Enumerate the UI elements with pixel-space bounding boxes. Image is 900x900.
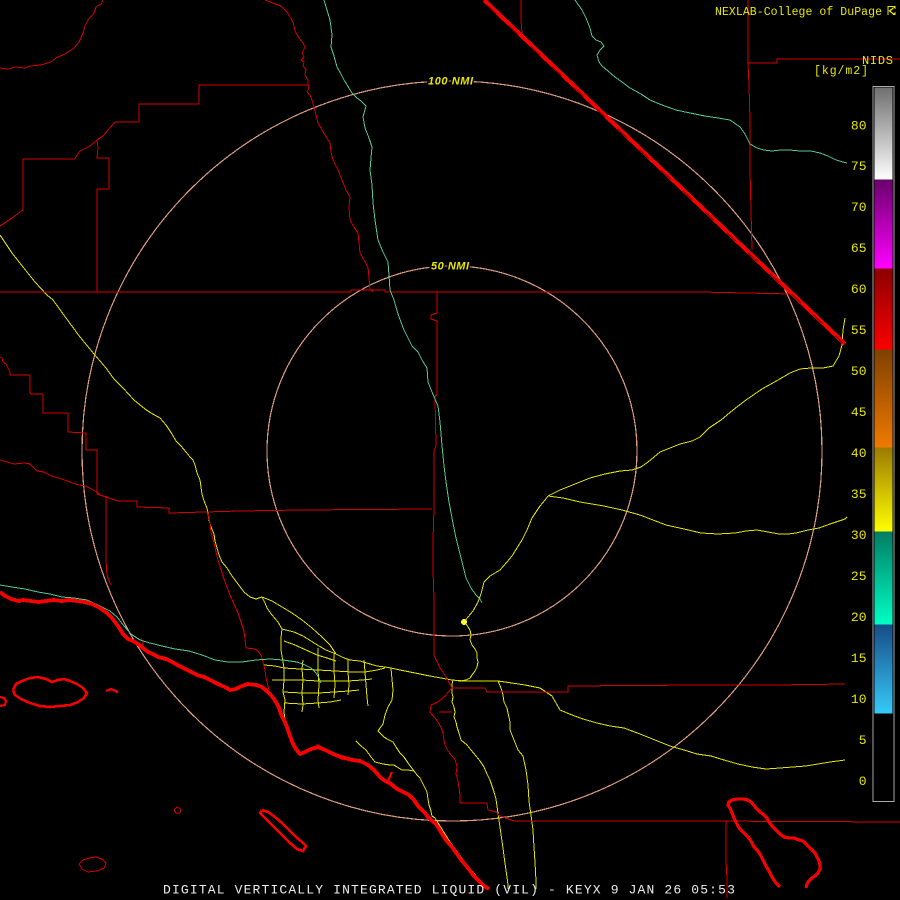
svg-text:80: 80: [851, 118, 867, 133]
svg-text:40: 40: [851, 446, 867, 461]
svg-text:NEXLAB-College of DuPage: NEXLAB-College of DuPage: [715, 6, 882, 19]
svg-text:30: 30: [851, 528, 867, 543]
svg-text:50: 50: [851, 364, 867, 379]
svg-text:0: 0: [859, 774, 867, 789]
svg-text:15: 15: [851, 651, 867, 666]
svg-text:35: 35: [851, 487, 867, 502]
svg-text:5: 5: [859, 733, 867, 748]
svg-text:10: 10: [851, 692, 867, 707]
svg-text:70: 70: [851, 200, 867, 215]
svg-text:75: 75: [851, 159, 867, 174]
svg-text:45: 45: [851, 405, 867, 420]
svg-text:25: 25: [851, 569, 867, 584]
svg-text:DIGITAL VERTICALLY INTEGRATED: DIGITAL VERTICALLY INTEGRATED LIQUID (VI…: [163, 883, 736, 898]
svg-text:100 NMI: 100 NMI: [428, 76, 474, 88]
svg-text:55: 55: [851, 323, 867, 338]
svg-text:65: 65: [851, 241, 867, 256]
svg-text:50 NMI: 50 NMI: [431, 261, 470, 273]
svg-text:60: 60: [851, 282, 867, 297]
svg-text:20: 20: [851, 610, 867, 625]
svg-text:[kg/m2]: [kg/m2]: [814, 65, 868, 78]
